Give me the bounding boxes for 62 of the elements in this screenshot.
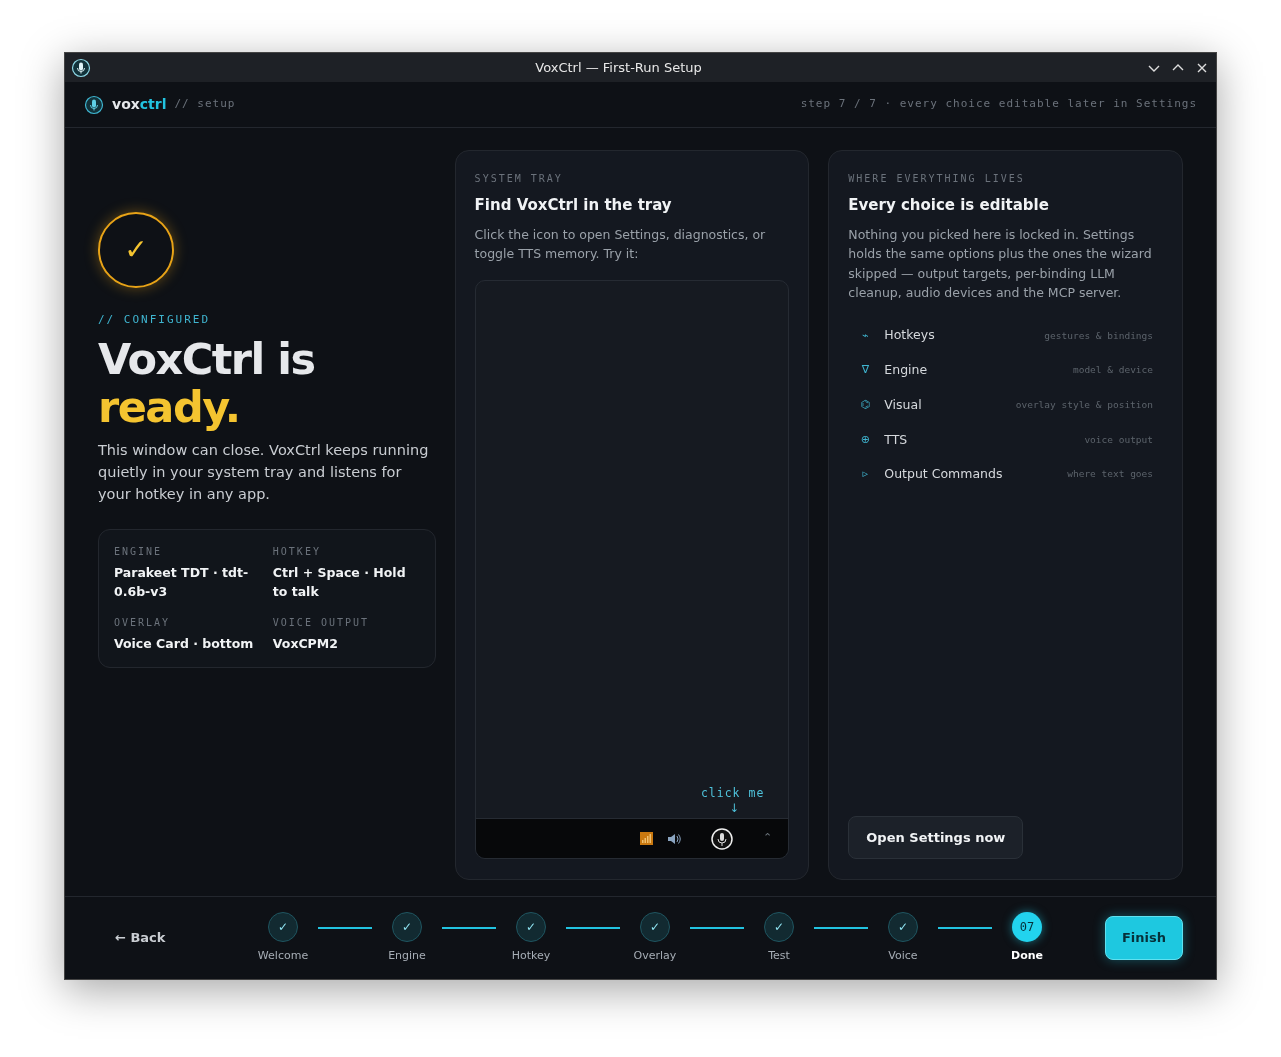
- speaker-icon[interactable]: [667, 831, 682, 846]
- summary-value: VoxCPM2: [272, 635, 339, 654]
- step-marker: ✓: [268, 911, 298, 942]
- summary-label: ENGINE: [114, 545, 164, 560]
- item-hint: gestures & bindings: [1044, 328, 1153, 343]
- item-icon: ⌬: [858, 396, 873, 414]
- summary-label: HOTKEY: [272, 545, 322, 560]
- finish-button[interactable]: Finish: [1105, 916, 1183, 960]
- summary-value: Ctrl + Space · Hold to talk: [272, 564, 407, 602]
- settings-link[interactable]: Hotkeys: [884, 326, 935, 346]
- step-label: Welcome: [257, 947, 309, 964]
- step-marker: ✓: [888, 911, 918, 942]
- eyebrow-label: // CONFIGURED: [98, 311, 212, 328]
- hint-label: click me: [700, 785, 765, 803]
- step-marker: ✓: [392, 911, 422, 942]
- step-label: Overlay: [633, 947, 677, 964]
- open-settings-button[interactable]: Open Settings now: [848, 815, 1024, 859]
- item-icon: ▹: [858, 466, 873, 483]
- section-label: // setup: [174, 96, 236, 113]
- step-marker: ✓: [640, 911, 670, 942]
- settings-link[interactable]: TTS: [884, 430, 908, 450]
- step-label: Hotkey: [511, 947, 551, 964]
- summary-label: OVERLAY: [114, 616, 172, 631]
- step-marker: ✓: [516, 911, 546, 942]
- card-title: Find VoxCtrl in the tray: [474, 195, 673, 216]
- success-check: ✓: [98, 211, 174, 288]
- summary-label: VOICE OUTPUT: [272, 616, 371, 631]
- summary-value: Voice Card · bottom: [114, 635, 255, 654]
- card-description: Nothing you picked here is locked in. Settings holds the same options plus the ones the wizard skipped — output targets, per-binding LLM cleanup, audio devices and the MCP server.: [848, 225, 1153, 302]
- card-description: Click the icon to open Settings, diagnostics, or toggle TTS memory. Try it:: [474, 225, 767, 263]
- caret-icon[interactable]: ⌃: [763, 830, 773, 847]
- settings-link[interactable]: Visual: [884, 395, 922, 415]
- item-hint: overlay style & position: [1015, 398, 1153, 413]
- card-eyebrow: WHERE EVERYTHING LIVES: [848, 172, 1026, 186]
- back-button[interactable]: ← Back: [115, 928, 166, 948]
- step-marker: ✓: [764, 911, 794, 942]
- signal-icon[interactable]: [640, 832, 654, 845]
- microphone-logo-icon: [84, 94, 104, 115]
- settings-link[interactable]: Output Commands: [884, 465, 1003, 484]
- item-hint: where text goes: [1067, 467, 1153, 482]
- settings-link[interactable]: Engine: [884, 361, 928, 380]
- step-label: Test: [768, 947, 790, 964]
- item-icon: ⊕: [858, 431, 873, 449]
- step-label: Engine: [388, 947, 426, 964]
- item-hint: voice output: [1084, 432, 1153, 447]
- item-icon: ⌁: [858, 327, 873, 345]
- step-marker: 07: [1012, 911, 1042, 942]
- step-info: step 7 / 7 · every choice editable later in Settings: [800, 96, 1197, 113]
- microphone-tray-icon[interactable]: [711, 827, 734, 850]
- step-label: Done: [1011, 947, 1043, 964]
- hint-arrow: ↓: [729, 802, 741, 814]
- app-icon: [71, 57, 91, 78]
- summary-value: Parakeet TDT · tdt-0.6b-v3: [114, 564, 250, 602]
- item-icon: ∇: [858, 362, 873, 379]
- hero-title: VoxCtrl is ready.: [98, 336, 316, 432]
- hero-description: This window can close. VoxCtrl keeps running quietly in your system tray and listens for your hotkey in any app.: [98, 441, 430, 505]
- window-title: VoxCtrl — First-Run Setup: [534, 58, 703, 77]
- card-title: Every choice is editable: [848, 195, 1050, 216]
- card-eyebrow: SYSTEM TRAY: [474, 172, 564, 186]
- item-hint: model & device: [1072, 363, 1153, 378]
- brand-name: voxctrl: [112, 95, 167, 114]
- step-label: Voice: [888, 947, 918, 964]
